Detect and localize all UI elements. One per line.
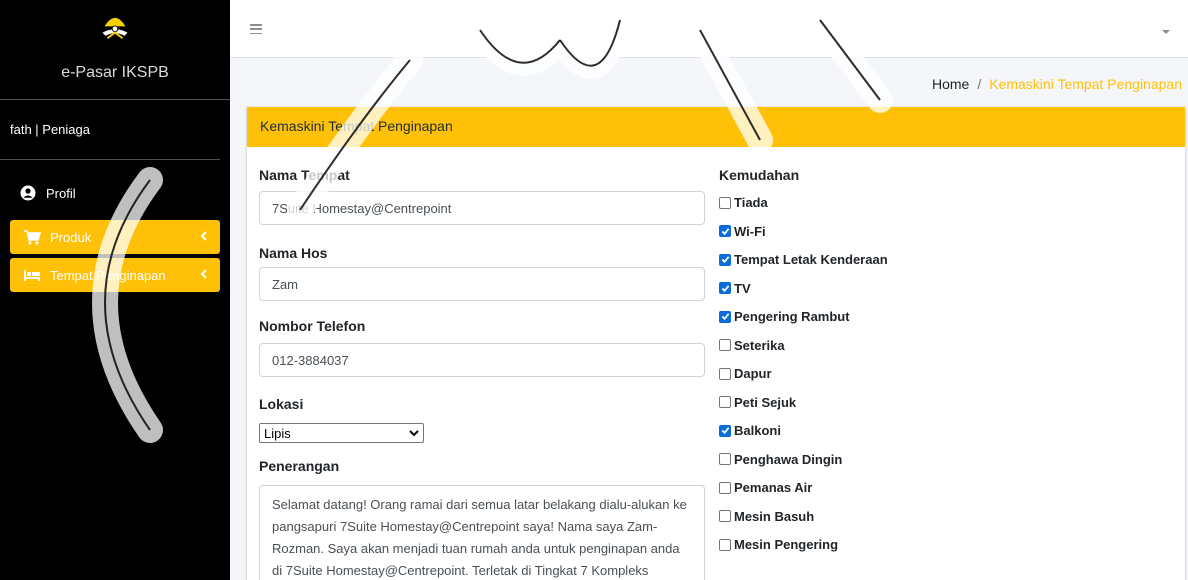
checkbox-checked[interactable] xyxy=(719,282,731,294)
menu-toggle-icon[interactable] xyxy=(250,24,262,34)
brand-text: e-Pasar IKSPB xyxy=(61,64,169,81)
checkbox-checked[interactable] xyxy=(719,310,731,323)
lokasi-selected-value: Lipis xyxy=(264,425,291,441)
kemudahan-option[interactable]: Pemanas Air xyxy=(719,480,812,495)
kemudahan-option[interactable]: Penghawa Dingin xyxy=(719,452,842,467)
penerangan-label: Penerangan xyxy=(259,458,340,474)
kemudahan-option[interactable]: Peti Sejuk xyxy=(719,395,796,410)
nama-hos-input[interactable]: Zam xyxy=(259,267,705,301)
chevron-left-icon xyxy=(200,269,207,279)
sidebar-item-produk[interactable]: Produk xyxy=(10,220,220,254)
chevron-down-icon xyxy=(409,430,419,437)
bed-icon xyxy=(22,267,42,283)
sidebar-item-label: Tempat Penginapan xyxy=(50,267,166,283)
checkbox-checked[interactable] xyxy=(719,225,731,237)
penerangan-textarea[interactable]: Selamat datang! Orang ramai dari semua l… xyxy=(259,485,705,580)
edit-accommodation-card: Kemaskini Tempat Penginapan Nama Tempat … xyxy=(247,107,1185,580)
kemudahan-option[interactable]: Tiada xyxy=(719,195,768,210)
sidebar: e-Pasar IKSPB fath | Peniaga Profil Prod… xyxy=(0,0,230,580)
user-panel[interactable]: fath | Peniaga xyxy=(0,100,220,160)
checkbox-checked[interactable] xyxy=(719,253,731,266)
kemudahan-option[interactable]: Mesin Basuh xyxy=(719,509,814,524)
checkbox-unchecked[interactable] xyxy=(719,510,731,522)
kemudahan-option-label: Pengering Rambut xyxy=(734,309,850,324)
checkbox-unchecked[interactable] xyxy=(719,196,731,209)
kemudahan-option[interactable]: Mesin Pengering xyxy=(719,537,838,552)
nama-hos-label: Nama Hos xyxy=(259,245,328,261)
checkbox-unchecked[interactable] xyxy=(719,367,731,380)
kemudahan-label: Kemudahan xyxy=(719,167,800,183)
kemudahan-option-label: TV xyxy=(734,280,751,296)
checkbox-checked[interactable] xyxy=(719,424,731,437)
kemudahan-option[interactable]: Wi-Fi xyxy=(719,224,766,239)
user-circle-icon xyxy=(18,185,38,201)
cart-icon xyxy=(22,229,42,245)
sidebar-item-label: Produk xyxy=(50,229,92,245)
kemudahan-option-label: Balkoni xyxy=(734,423,781,438)
checkbox-unchecked[interactable] xyxy=(719,339,731,351)
kemudahan-option-label: Pemanas Air xyxy=(734,480,813,495)
kemudahan-option[interactable]: Tempat Letak Kenderaan xyxy=(719,252,888,267)
kemudahan-option-label: Dapur xyxy=(734,366,772,381)
card-title: Kemaskini Tempat Penginapan xyxy=(247,107,1185,147)
telefon-label: Nombor Telefon xyxy=(259,318,366,334)
kemudahan-option-label: Penghawa Dingin xyxy=(734,451,843,467)
checkbox-unchecked[interactable] xyxy=(719,396,731,408)
sidebar-item-tempat-penginapan[interactable]: Tempat Penginapan xyxy=(10,258,220,292)
kemudahan-option[interactable]: Dapur xyxy=(719,366,772,381)
sidebar-item-profil[interactable]: Profil xyxy=(10,176,220,210)
kemudahan-option-label: Tiada xyxy=(734,195,768,210)
nama-tempat-input[interactable]: 7Suite Homestay@Centrepoint xyxy=(259,191,705,225)
kemudahan-option[interactable]: Balkoni xyxy=(719,423,781,438)
brand-link[interactable]: e-Pasar IKSPB xyxy=(0,0,230,100)
nama-tempat-label: Nama Tempat xyxy=(259,167,350,183)
kemudahan-option-label: Peti Sejuk xyxy=(734,394,797,410)
sidebar-item-label: Profil xyxy=(46,185,76,201)
chevron-left-icon xyxy=(200,231,207,241)
kemudahan-option-label: Mesin Basuh xyxy=(734,508,815,524)
telefon-input[interactable]: 012-3884037 xyxy=(259,343,705,377)
kemudahan-option-label: Tempat Letak Kenderaan xyxy=(734,252,888,267)
checkbox-unchecked[interactable] xyxy=(719,481,731,494)
kemudahan-option-label: Mesin Pengering xyxy=(734,537,839,552)
kemudahan-option-label: Wi-Fi xyxy=(734,223,766,239)
user-name: fath | Peniaga xyxy=(10,122,90,137)
top-navbar xyxy=(230,0,1188,58)
kemudahan-option[interactable]: Pengering Rambut xyxy=(719,309,850,324)
breadcrumb-home-link[interactable]: Home xyxy=(932,76,969,92)
kemudahan-option[interactable]: TV xyxy=(719,281,751,296)
kemudahan-option-label: Seterika xyxy=(734,337,785,353)
checkbox-unchecked[interactable] xyxy=(719,538,731,551)
brand-logo-icon xyxy=(100,16,130,40)
sidebar-nav: Profil Produk Tempat Penginapan xyxy=(0,160,230,292)
lokasi-label: Lokasi xyxy=(259,396,304,412)
breadcrumb: Home / Kemaskini Tempat Penginapan xyxy=(932,76,1182,92)
breadcrumb-separator: / xyxy=(977,76,982,92)
kemudahan-option[interactable]: Seterika xyxy=(719,338,785,353)
checkbox-unchecked[interactable] xyxy=(719,453,731,465)
lokasi-select[interactable]: Lipis xyxy=(259,423,424,443)
breadcrumb-current: Kemaskini Tempat Penginapan xyxy=(989,76,1182,92)
chevron-down-icon[interactable] xyxy=(1162,30,1170,34)
